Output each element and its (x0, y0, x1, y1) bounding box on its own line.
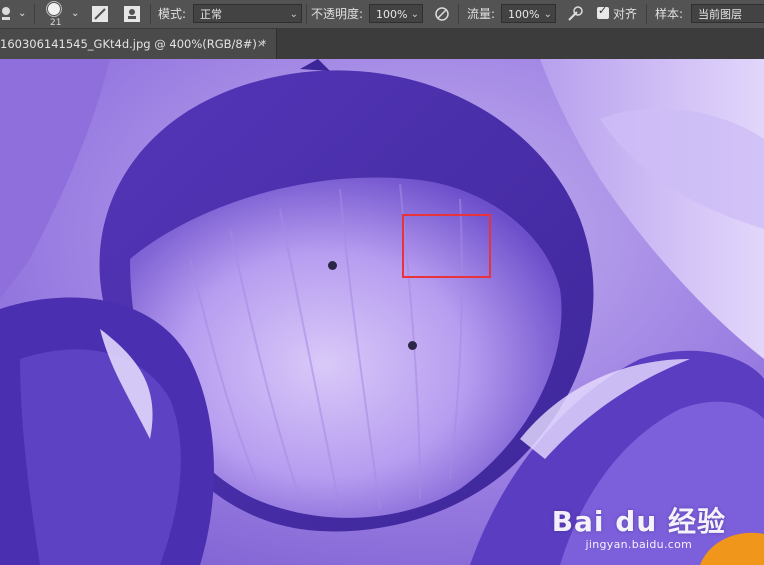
dark-spot (328, 261, 337, 270)
opacity-dropdown[interactable]: 100% ⌄ (369, 4, 423, 23)
sample-dropdown[interactable]: 当前图层 (691, 4, 764, 23)
image-canvas[interactable]: Bai du 经验 jingyan.baidu.com (0, 59, 764, 565)
document-tab-title: 160306141545_GKt4d.jpg @ 400%(RGB/8#) * (0, 37, 267, 51)
clone-stamp-tool-icon[interactable] (0, 4, 20, 24)
document-tab-bar: 160306141545_GKt4d.jpg @ 400%(RGB/8#) * … (0, 29, 764, 59)
mode-label: 模式: (158, 7, 187, 21)
mode-value: 正常 (200, 8, 222, 21)
baidu-jingyan-watermark: Bai du 经验 jingyan.baidu.com (552, 500, 726, 551)
selection-rectangle[interactable] (402, 214, 491, 278)
aligned-checkbox[interactable] (597, 4, 609, 19)
airbrush-icon[interactable] (565, 4, 585, 24)
sample-value: 当前图层 (698, 8, 742, 21)
opacity-value: 100% (376, 8, 408, 21)
dark-spot (408, 341, 417, 350)
brush-settings-panel-icon[interactable] (90, 4, 110, 24)
flow-dropdown[interactable]: 100% ⌄ (501, 4, 556, 23)
chevron-down-icon: ⌄ (543, 9, 552, 20)
chevron-down-icon: ⌄ (410, 9, 419, 20)
close-icon[interactable]: × (257, 29, 266, 59)
mode-dropdown[interactable]: 正常 ⌄ (193, 4, 302, 23)
document-tab[interactable]: 160306141545_GKt4d.jpg @ 400%(RGB/8#) * … (0, 29, 277, 59)
chevron-down-icon: ⌄ (289, 9, 298, 20)
flow-value: 100% (508, 8, 540, 21)
flow-label: 流量: (467, 7, 496, 21)
pressure-opacity-icon[interactable] (432, 4, 452, 24)
options-bar: ⌄ 21 ⌄ 模式: 正常 ⌄ 不透明度: 100% ⌄ 流量: 100% ⌄ … (0, 0, 764, 29)
aligned-label: 对齐 (613, 7, 638, 21)
tool-preset-chevron-down-icon[interactable]: ⌄ (18, 0, 26, 28)
sample-label: 样本: (655, 7, 684, 21)
watermark-logo: Bai du 经验 (551, 505, 726, 538)
brush-chevron-down-icon[interactable]: ⌄ (71, 0, 79, 28)
flower-photo (0, 59, 764, 565)
opacity-label: 不透明度: (311, 7, 364, 21)
clone-source-panel-icon[interactable] (122, 4, 142, 24)
